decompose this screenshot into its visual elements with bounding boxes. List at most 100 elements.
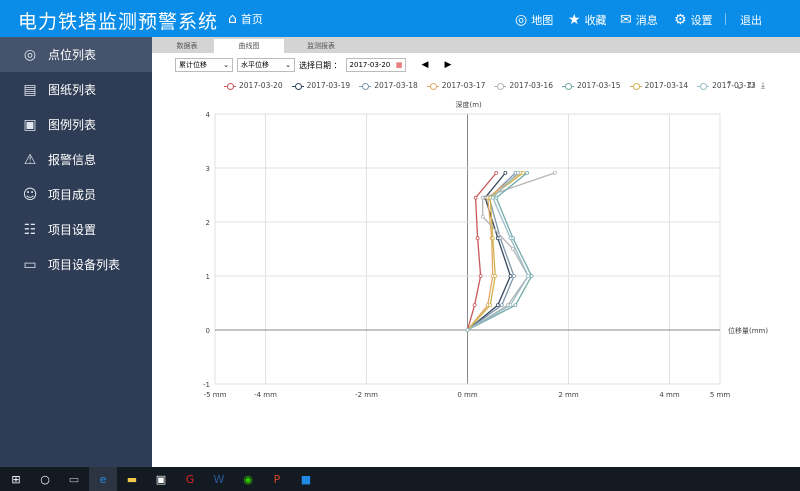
- word-icon[interactable]: W: [205, 467, 233, 491]
- y-axis-label: 深度(m): [456, 100, 483, 109]
- data-point: [529, 274, 534, 278]
- x-tick-label: 5 mm: [710, 391, 730, 399]
- sidebar-item-label: 图例列表: [48, 118, 97, 132]
- favorites-label: 收藏: [584, 14, 607, 27]
- data-point: [521, 170, 525, 175]
- sidebar-item-members[interactable]: ☺ 项目成员: [0, 177, 152, 212]
- settings-label: 设置: [690, 14, 713, 27]
- sidebar-item-label: 项目设备列表: [48, 258, 121, 272]
- map-link[interactable]: ◎ 地图: [515, 12, 553, 28]
- sidebar-item-drawings[interactable]: ▤ 图纸列表: [0, 72, 152, 107]
- y-tick-label: 0: [206, 327, 210, 335]
- data-point: [508, 303, 513, 308]
- data-point: [493, 274, 498, 278]
- sidebar-item-devices[interactable]: ▭ 项目设备列表: [0, 247, 152, 282]
- data-point: [495, 303, 500, 308]
- data-point: [480, 195, 485, 200]
- data-point: [512, 274, 516, 278]
- home-link[interactable]: ⌂ 首页: [228, 11, 263, 27]
- y-tick-label: -1: [203, 381, 210, 389]
- data-point: [472, 303, 477, 308]
- data-point: [552, 170, 557, 175]
- mail-icon: ✉: [620, 12, 632, 28]
- taskbar: ⊞ ○ ▭ e ▬ ▣ G W ◉ P ■: [0, 467, 800, 491]
- blank-panel: [592, 430, 797, 450]
- messages-link[interactable]: ✉ 消息: [620, 12, 658, 28]
- data-point: [494, 170, 499, 175]
- star-icon: ★: [568, 12, 581, 28]
- x-tick-label: 4 mm: [659, 391, 679, 399]
- line-chart: -5 mm -4 mm -2 mm 0 mm 2 mm 4 mm 5 mm -1 0 1 2 3 4 深度…: [203, 100, 768, 399]
- sidebar-item-project-settings[interactable]: ☷ 项目设置: [0, 212, 152, 247]
- messages-label: 消息: [635, 14, 658, 27]
- search-icon[interactable]: ○: [31, 467, 59, 491]
- users-icon: ☺: [22, 186, 38, 203]
- data-point: [480, 214, 485, 219]
- y-tick-label: 2: [206, 219, 210, 227]
- settings-link[interactable]: ⚙ 设置: [674, 12, 713, 28]
- sidebar-item-alarms[interactable]: ⚠ 报警信息: [0, 142, 152, 177]
- y-tick-label: 3: [206, 165, 210, 173]
- sidebar-item-label: 项目设置: [48, 223, 97, 237]
- sidebar: ◎ 点位列表 ▤ 图纸列表 ▣ 图例列表 ⚠ 报警信息 ☺ 项目成员 ☷ 项目设置 ▭ 项目设…: [0, 37, 152, 467]
- data-point: [465, 328, 470, 332]
- location-pin-icon: ◎: [23, 46, 37, 63]
- main-content: 数据表 曲线图 监测报表 累计位移 ⌄ 水平位移 ⌄ 选择日期 ： 2017-03-…: [152, 37, 800, 467]
- home-label: 首页: [240, 13, 263, 26]
- divider: [725, 13, 726, 25]
- data-point: [494, 195, 499, 200]
- edge-icon[interactable]: e: [89, 467, 117, 491]
- map-label: 地图: [531, 14, 554, 27]
- sidebar-item-label: 项目成员: [48, 188, 97, 202]
- location-pin-icon: ◎: [515, 12, 528, 28]
- data-point: [511, 247, 515, 251]
- task-view-icon[interactable]: ▭: [60, 467, 88, 491]
- data-point: [508, 274, 513, 278]
- image-icon: ▣: [23, 116, 37, 133]
- data-point: [516, 170, 520, 175]
- sidebar-item-points[interactable]: ◎ 点位列表: [0, 37, 152, 72]
- data-point: [526, 274, 531, 278]
- data-point: [475, 236, 480, 241]
- settings-icon: ☷: [23, 221, 37, 238]
- windows-start-icon[interactable]: ⊞: [2, 467, 30, 491]
- home-icon: ⌂: [228, 11, 237, 27]
- data-point: [525, 170, 529, 175]
- x-tick-label: 0 mm: [457, 391, 477, 399]
- document-icon: ▤: [23, 81, 37, 98]
- app-title: 电力铁塔监测预警系统: [18, 11, 219, 33]
- wechat-icon[interactable]: ◉: [234, 467, 262, 491]
- data-point: [503, 170, 508, 175]
- x-tick-label: -4 mm: [254, 391, 277, 399]
- app-blue-icon[interactable]: ■: [292, 467, 320, 491]
- data-point: [473, 195, 478, 200]
- y-tick-label: 1: [206, 273, 210, 281]
- sidebar-item-label: 图纸列表: [48, 83, 97, 97]
- gear-icon: ⚙: [674, 12, 687, 28]
- x-tick-label: -2 mm: [355, 391, 378, 399]
- top-header: 电力铁塔监测预警系统 ⌂ 首页 ◎ 地图 ★ 收藏 ✉ 消息 ⚙ 设置 退出: [0, 0, 800, 37]
- favorites-link[interactable]: ★ 收藏: [568, 12, 607, 28]
- sidebar-item-label: 点位列表: [48, 48, 97, 62]
- x-tick-label: 2 mm: [558, 391, 578, 399]
- data-point: [513, 303, 518, 308]
- data-point: [488, 303, 493, 308]
- logout-label: 退出: [740, 14, 762, 27]
- data-point: [490, 236, 495, 241]
- data-point: [508, 236, 513, 241]
- store-icon[interactable]: ▣: [147, 467, 175, 491]
- file-explorer-icon[interactable]: ▬: [118, 467, 146, 491]
- powerpoint-icon[interactable]: P: [263, 467, 291, 491]
- sidebar-item-label: 报警信息: [48, 153, 97, 167]
- data-point: [478, 274, 483, 278]
- monitor-icon: ▭: [23, 256, 37, 273]
- y-tick-label: 4: [206, 111, 211, 119]
- logout-link[interactable]: 退出: [740, 12, 762, 28]
- data-point: [499, 303, 504, 308]
- app-icon[interactable]: G: [176, 467, 204, 491]
- x-tick-label: -5 mm: [204, 391, 227, 399]
- data-point: [490, 195, 495, 200]
- alarm-icon: ⚠: [23, 151, 37, 168]
- sidebar-item-legends[interactable]: ▣ 图例列表: [0, 107, 152, 142]
- x-axis-label: 位移量(mm): [728, 326, 768, 335]
